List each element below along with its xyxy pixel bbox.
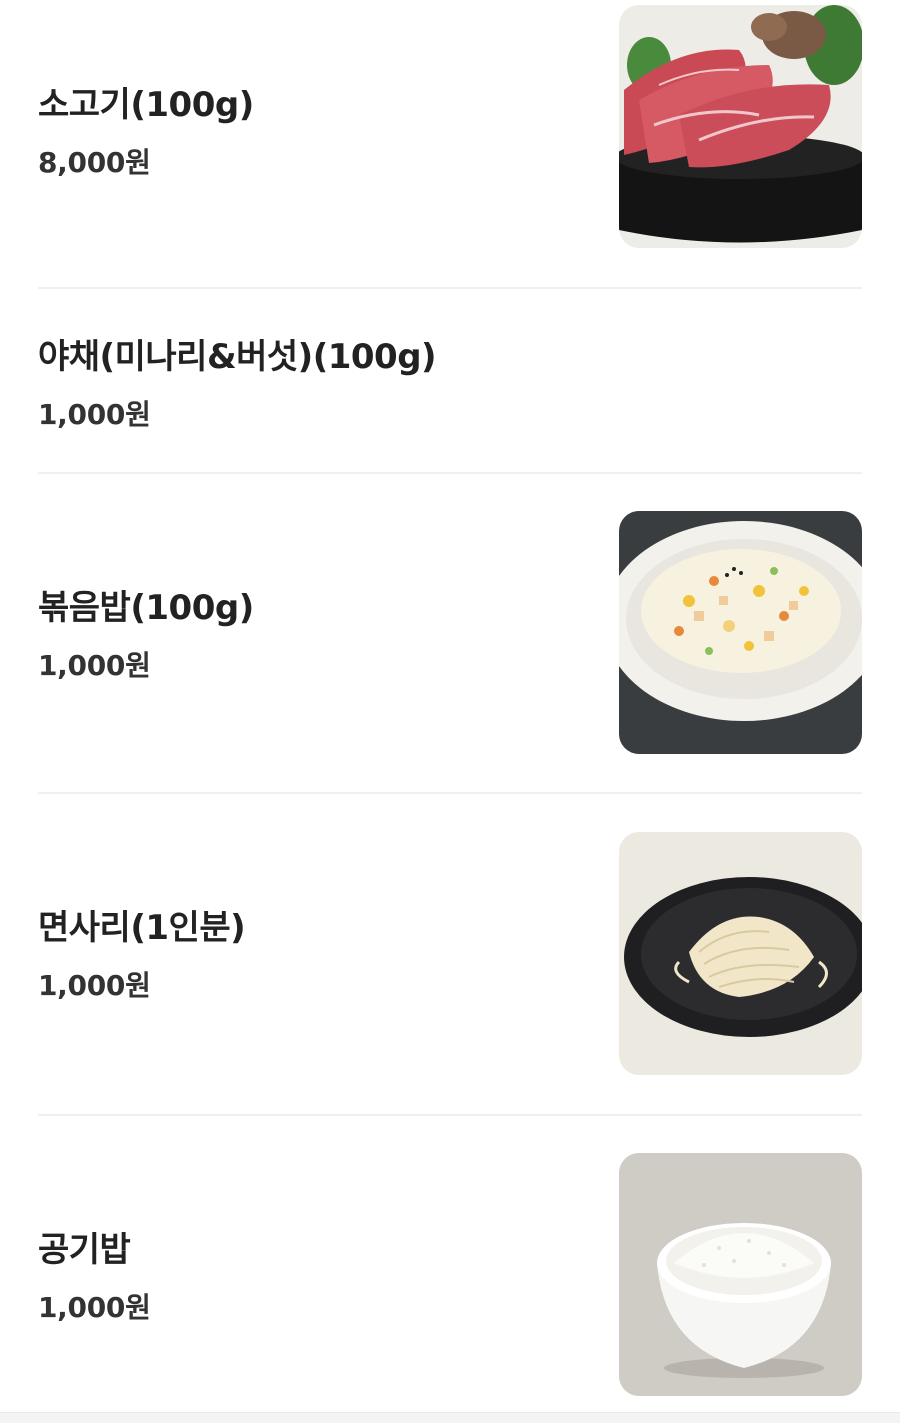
menu-list: 소고기(100g) 8,000원 야채(미나리&버섯)(100g) 1,000원… [0, 0, 900, 1423]
beef-photo [619, 5, 862, 248]
bottom-edge [0, 1412, 900, 1423]
menu-item-beef[interactable]: 소고기(100g) 8,000원 [38, 5, 862, 250]
item-name: 소고기(100g) [38, 85, 254, 125]
item-price: 1,000원 [38, 398, 151, 431]
item-price: 1,000원 [38, 1291, 151, 1324]
menu-item-rice-bowl[interactable]: 공기밥 1,000원 [38, 1116, 862, 1412]
fried-rice-photo [619, 511, 862, 754]
item-name: 면사리(1인분) [38, 908, 246, 948]
item-price: 1,000원 [38, 969, 151, 1002]
menu-item-vegetables[interactable]: 야채(미나리&버섯)(100g) 1,000원 [38, 289, 862, 472]
item-name: 야채(미나리&버섯)(100g) [38, 337, 437, 377]
menu-item-fried-rice[interactable]: 볶음밥(100g) 1,000원 [38, 474, 862, 792]
rice-bowl-photo [619, 1153, 862, 1396]
item-name: 공기밥 [38, 1230, 131, 1270]
item-price: 1,000원 [38, 649, 151, 682]
noodles-photo [619, 832, 862, 1075]
item-name: 볶음밥(100g) [38, 588, 254, 628]
menu-item-noodles[interactable]: 면사리(1인분) 1,000원 [38, 794, 862, 1114]
item-price: 8,000원 [38, 146, 151, 179]
